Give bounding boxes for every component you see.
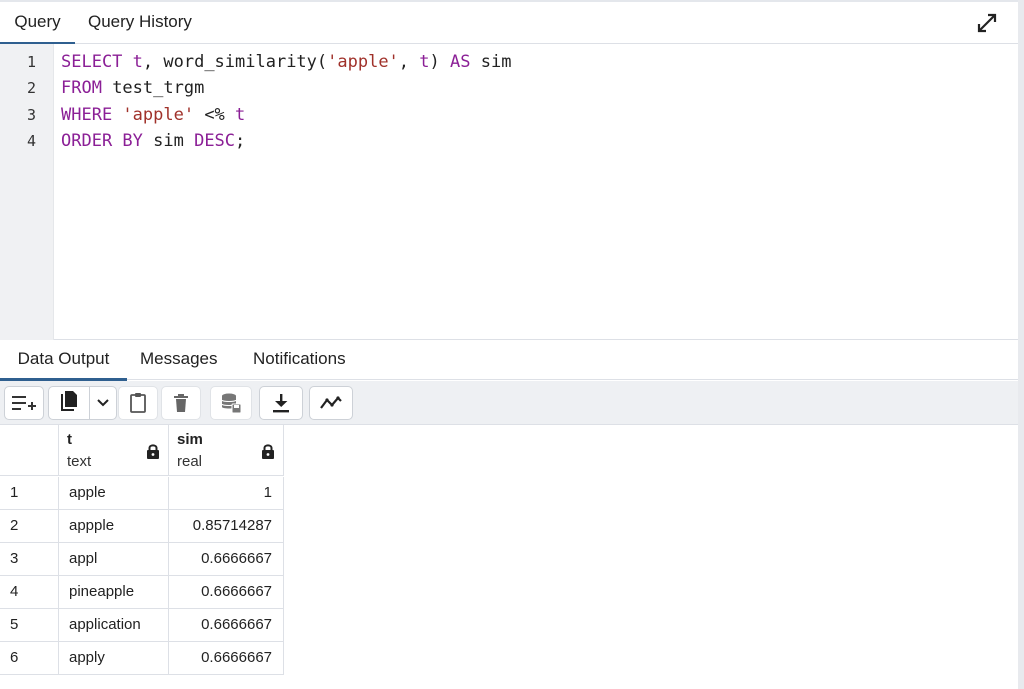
add-row-icon <box>11 393 37 413</box>
cell-t[interactable]: apple <box>59 477 169 510</box>
sql-editor[interactable]: 1 2 3 4 SELECT t, word_similarity('apple… <box>0 44 1018 340</box>
column-header-t[interactable]: t text <box>59 425 169 476</box>
scrollbar-track[interactable] <box>1018 0 1024 689</box>
table-row[interactable]: 6 apply 0.6666667 <box>0 642 284 675</box>
sql-text: ; <box>235 131 246 151</box>
line-number-gutter: 1 2 3 4 <box>0 44 54 340</box>
cell-t[interactable]: pineapple <box>59 576 169 609</box>
table-row[interactable]: 3 appl 0.6666667 <box>0 543 284 576</box>
graph-icon <box>319 395 343 411</box>
line-number: 4 <box>26 132 36 150</box>
tab-query[interactable]: Query <box>0 2 75 45</box>
table-row[interactable]: 1 apple 1 <box>0 477 284 510</box>
tab-data-output[interactable]: Data Output <box>0 340 127 381</box>
download-icon <box>272 393 290 413</box>
row-number: 1 <box>0 477 59 510</box>
sql-keyword: t <box>235 105 246 125</box>
line-number: 1 <box>26 53 36 71</box>
row-number: 2 <box>0 510 59 543</box>
output-tab-bar: Data Output Messages Notifications <box>0 340 1018 381</box>
expand-icon[interactable] <box>976 12 998 34</box>
sql-text: ) <box>429 52 451 72</box>
sql-text: sim <box>470 52 512 72</box>
chevron-down-icon <box>97 394 109 412</box>
table-row[interactable]: 2 appple 0.85714287 <box>0 510 284 543</box>
sql-keyword: t <box>419 52 430 72</box>
cell-sim[interactable]: 0.6666667 <box>169 543 284 576</box>
column-type: real <box>177 453 203 470</box>
cell-t[interactable]: application <box>59 609 169 642</box>
tab-messages[interactable]: Messages <box>140 340 217 380</box>
download-button[interactable] <box>259 386 303 420</box>
column-type: text <box>67 453 92 470</box>
code-line[interactable]: FROM test_trgm <box>61 78 204 98</box>
tab-query-history[interactable]: Query History <box>88 2 192 44</box>
cell-sim[interactable]: 0.6666667 <box>169 609 284 642</box>
sql-text: sim <box>142 131 195 151</box>
sql-text: test_trgm <box>101 78 205 98</box>
sql-keyword: t <box>132 52 143 72</box>
cell-sim[interactable]: 1 <box>169 477 284 510</box>
query-tab-bar: Query Query History <box>0 0 1024 45</box>
tab-notifications[interactable]: Notifications <box>253 340 346 380</box>
code-line[interactable]: SELECT t, word_similarity('apple', t) AS… <box>61 52 511 72</box>
graph-visualiser-button[interactable] <box>309 386 353 420</box>
cell-t[interactable]: appl <box>59 543 169 576</box>
paste-icon <box>129 392 147 414</box>
code-line[interactable]: ORDER BY sim DESC; <box>61 131 245 151</box>
copy-button[interactable] <box>49 387 90 419</box>
delete-icon <box>173 393 189 413</box>
copy-button-group <box>48 386 117 420</box>
copy-options-button[interactable] <box>90 387 116 419</box>
row-number: 3 <box>0 543 59 576</box>
sql-keyword: DESC <box>194 131 236 151</box>
line-number: 3 <box>26 106 36 124</box>
sql-keyword: ORDER BY <box>61 131 143 151</box>
cell-t[interactable]: appple <box>59 510 169 543</box>
table-row[interactable]: 5 application 0.6666667 <box>0 609 284 642</box>
sql-keyword: SELECT <box>61 52 133 72</box>
lock-icon <box>146 443 160 460</box>
code-line[interactable]: WHERE 'apple' <% t <box>61 105 245 125</box>
sql-text: , word_similarity( <box>142 52 328 72</box>
column-name: sim <box>177 431 203 448</box>
column-name: t <box>67 431 72 448</box>
sql-text: <% <box>194 105 236 125</box>
lock-icon <box>261 443 275 460</box>
table-row[interactable]: 4 pineapple 0.6666667 <box>0 576 284 609</box>
column-header-sim[interactable]: sim real <box>169 425 284 476</box>
sql-string: 'apple' <box>122 105 195 125</box>
cell-sim[interactable]: 0.6666667 <box>169 642 284 675</box>
cell-sim[interactable]: 0.85714287 <box>169 510 284 543</box>
save-data-icon <box>220 392 242 414</box>
sql-keyword: AS <box>450 52 471 72</box>
sql-string: 'apple' <box>327 52 399 72</box>
row-number-header <box>0 425 59 476</box>
cell-t[interactable]: apply <box>59 642 169 675</box>
add-row-button[interactable] <box>4 386 44 420</box>
copy-icon <box>59 390 79 417</box>
sql-keyword: FROM <box>61 78 102 98</box>
cell-sim[interactable]: 0.6666667 <box>169 576 284 609</box>
row-number: 4 <box>0 576 59 609</box>
row-number: 5 <box>0 609 59 642</box>
row-number: 6 <box>0 642 59 675</box>
line-number: 2 <box>26 79 36 97</box>
data-output-toolbar <box>0 381 1018 425</box>
sql-keyword: WHERE <box>61 105 123 125</box>
delete-button[interactable] <box>161 386 201 420</box>
save-data-button[interactable] <box>210 386 252 420</box>
sql-text: , <box>398 52 420 72</box>
paste-button[interactable] <box>118 386 158 420</box>
